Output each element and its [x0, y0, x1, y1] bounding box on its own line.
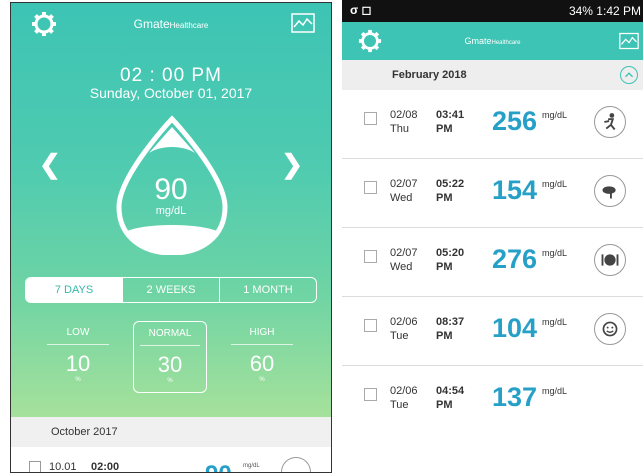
- row-unit: mg/dL: [243, 463, 260, 469]
- list-item[interactable]: 02/08 Thu 03:41 PM 256 mg/dL: [342, 90, 643, 159]
- stat-low-label: LOW: [66, 327, 90, 338]
- row-unit: mg/dL: [542, 317, 568, 327]
- row-date: 02/08 Thu: [390, 109, 418, 135]
- row-time: 04:54 PM: [436, 385, 465, 411]
- stat-normal-unit: %: [167, 378, 173, 384]
- row-unit: mg/dL: [542, 386, 568, 396]
- tab-7-days[interactable]: 7 DAYS: [26, 278, 122, 302]
- row-value: 276: [492, 244, 538, 274]
- month-header: February 2018: [342, 60, 643, 90]
- row-time: 02:00: [91, 461, 120, 473]
- glucose-value: 90: [154, 173, 188, 206]
- row-unit: mg/dL: [542, 248, 568, 258]
- row-value: 154: [492, 175, 538, 205]
- row-checkbox[interactable]: [364, 250, 377, 263]
- row-value: 137: [492, 382, 538, 412]
- row-value: 256: [492, 106, 538, 136]
- app-logo: GmateHealthcare: [464, 36, 521, 46]
- stat-normal-label: NORMAL: [148, 328, 192, 339]
- divider: [231, 344, 293, 345]
- period-tabs: 7 DAYS 2 WEEKS 1 MONTH: [25, 277, 317, 303]
- row-time: 05:22 PM: [436, 178, 465, 204]
- stat-high-value: 60: [249, 351, 275, 376]
- month-title: February 2018: [392, 69, 467, 81]
- stat-high-unit: %: [259, 377, 265, 383]
- tab-2-weeks[interactable]: 2 WEEKS: [122, 278, 219, 302]
- row-unit: mg/dL: [542, 179, 568, 189]
- stat-normal-value: 30: [157, 352, 183, 377]
- collapse-icon[interactable]: [620, 66, 638, 84]
- row-checkbox[interactable]: [364, 181, 377, 194]
- row-checkbox[interactable]: [364, 388, 377, 401]
- status-left: σ ◻: [350, 3, 372, 17]
- stat-low-value: 10: [65, 351, 91, 376]
- divider: [140, 345, 200, 346]
- row-date: 02/07 Wed: [390, 178, 418, 204]
- current-date: Sunday, October 01, 2017: [89, 85, 253, 101]
- row-checkbox[interactable]: [29, 461, 41, 472]
- list-item[interactable]: 02/06 Tue 04:54 PM 137 mg/dL: [342, 366, 643, 434]
- divider: [47, 344, 109, 345]
- status-bar: σ ◻ 34% 1:42 PM: [342, 0, 643, 22]
- chart-icon[interactable]: [291, 13, 315, 33]
- tab-1-month[interactable]: 1 MONTH: [219, 278, 316, 302]
- stat-low-unit: %: [75, 377, 81, 383]
- app-logo: GmateHealthcare: [133, 17, 209, 31]
- medicine-icon: [594, 175, 626, 207]
- row-date: 02/06 Tue: [390, 316, 418, 342]
- row-unit: mg/dL: [542, 110, 568, 120]
- header: GmateHealthcare: [342, 22, 643, 60]
- row-time: 05:20 PM: [436, 247, 465, 273]
- mood-icon: [594, 313, 626, 345]
- row-date: 10.01: [49, 461, 77, 473]
- row-checkbox[interactable]: [364, 319, 377, 332]
- row-time: 03:41 PM: [436, 109, 465, 135]
- stat-low: LOW 10 %: [41, 321, 115, 383]
- list-item[interactable]: 02/07 Wed 05:20 PM 276 mg/dL: [342, 228, 643, 297]
- list-item[interactable]: 10.01 02:00 90 mg/dL: [11, 447, 331, 473]
- chart-icon[interactable]: [619, 32, 639, 50]
- header: GmateHealthcare: [11, 3, 331, 49]
- left-phone-screen: GmateHealthcare 02 : 00 PM Sunday, Octob…: [10, 2, 332, 473]
- medicine-icon: [281, 457, 311, 472]
- stat-normal: NORMAL 30 %: [133, 321, 207, 393]
- row-value: 104: [492, 313, 538, 343]
- row-time: 08:37 PM: [436, 316, 465, 342]
- glucose-unit: mg/dL: [155, 205, 187, 217]
- row-value: 90: [205, 461, 232, 472]
- list-item[interactable]: 02/06 Tue 08:37 PM 104 mg/dL: [342, 297, 643, 366]
- row-checkbox[interactable]: [364, 112, 377, 125]
- row-date: 02/06 Tue: [390, 385, 418, 411]
- stat-high: HIGH 60 %: [225, 321, 299, 383]
- exercise-icon: [594, 106, 626, 138]
- current-time: 02 : 00 PM: [120, 65, 222, 86]
- status-right: 34% 1:42 PM: [568, 4, 641, 18]
- stat-high-label: HIGH: [249, 327, 275, 338]
- row-date: 02/07 Wed: [390, 247, 418, 273]
- right-phone-screen: σ ◻ 34% 1:42 PM GmateHealthcare February…: [342, 0, 643, 473]
- meal-icon: [594, 244, 626, 276]
- month-header: October 2017: [11, 417, 331, 447]
- list-item[interactable]: 02/07 Wed 05:22 PM 154 mg/dL: [342, 159, 643, 228]
